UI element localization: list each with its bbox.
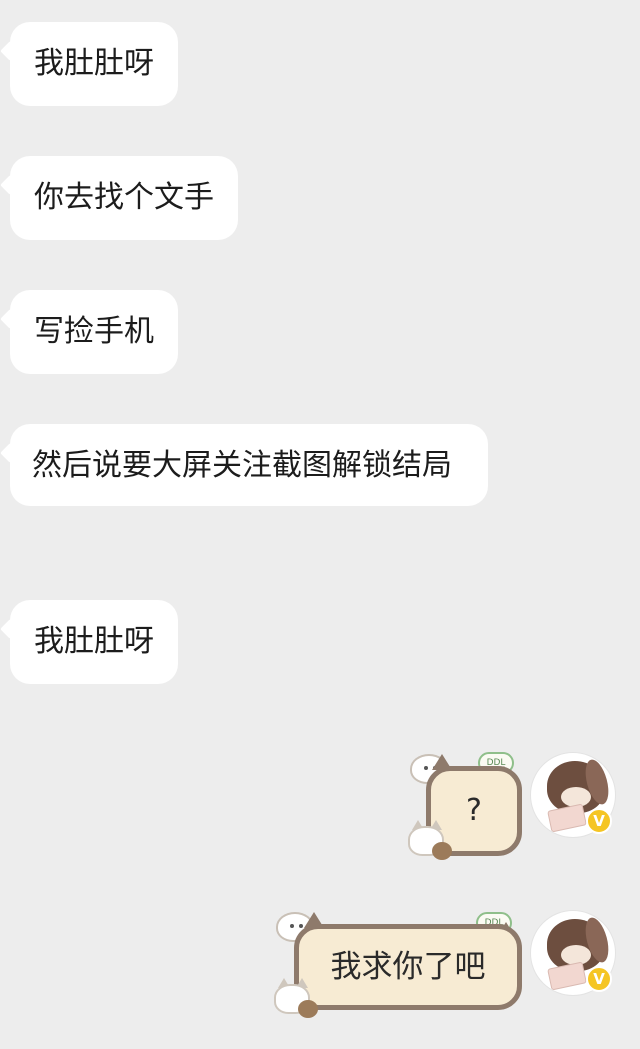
incoming-message[interactable]: 你去找个文手 xyxy=(10,156,238,240)
verified-badge-icon: V xyxy=(586,966,612,992)
incoming-message[interactable]: 然后说要大屏关注截图解锁结局 xyxy=(10,424,488,506)
incoming-message[interactable]: 写捡手机 xyxy=(10,290,178,374)
outgoing-bubble[interactable]: 我求你了吧 xyxy=(294,924,522,1010)
message-text: 你去找个文手 xyxy=(34,180,214,215)
message-text: 我求你了吧 xyxy=(330,949,486,985)
incoming-message[interactable]: 我肚肚呀 xyxy=(10,22,178,106)
message-text: ? xyxy=(466,793,482,828)
incoming-message[interactable]: 我肚肚呀 xyxy=(10,600,178,684)
message-text: 然后说要大屏关注截图解锁结局 xyxy=(32,448,452,483)
verified-badge-icon: V xyxy=(586,808,612,834)
chat-message-list[interactable]: 我肚肚呀 你去找个文手 写捡手机 然后说要大屏关注截图解锁结局 我肚肚呀 DDL… xyxy=(0,0,640,1049)
cat-sticker-icon xyxy=(406,818,452,862)
message-text: 写捡手机 xyxy=(34,314,154,349)
message-text: 我肚肚呀 xyxy=(34,624,154,659)
cat-sticker-icon xyxy=(272,976,318,1020)
message-text: 我肚肚呀 xyxy=(34,46,154,81)
